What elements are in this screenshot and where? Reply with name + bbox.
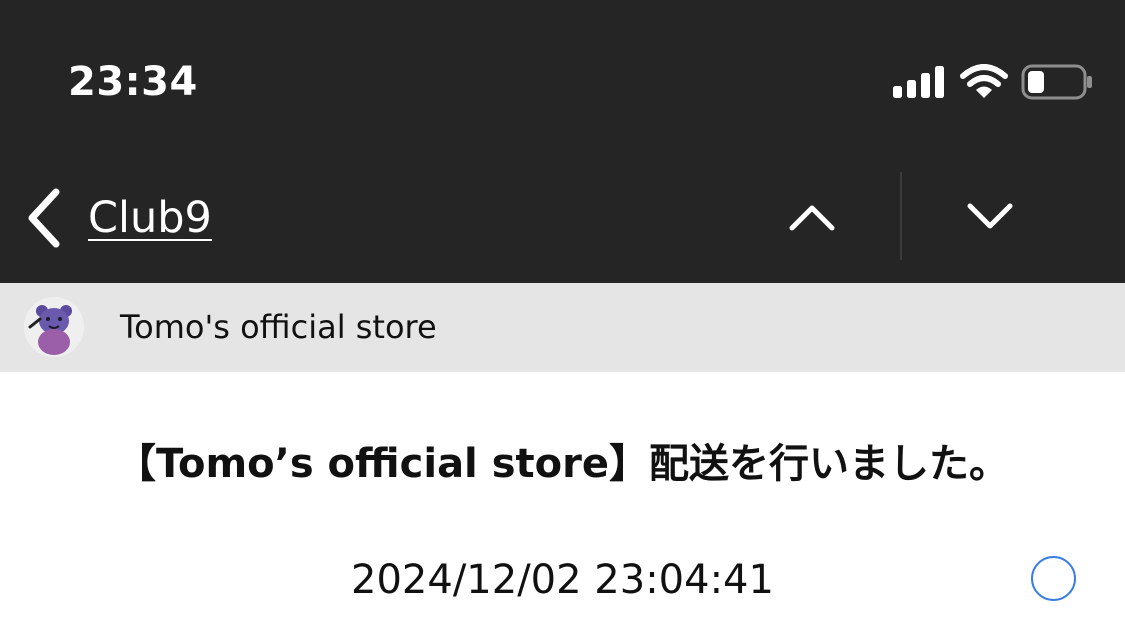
avatar[interactable] xyxy=(24,297,84,357)
back-label: Club9 xyxy=(88,193,212,243)
next-message-button[interactable] xyxy=(950,176,1030,252)
nav-divider xyxy=(900,172,902,260)
battery-icon xyxy=(1021,64,1092,100)
sender-name: Tomo's official store xyxy=(120,308,437,346)
select-radio-button[interactable] xyxy=(1031,556,1076,601)
wifi-icon xyxy=(960,64,1008,98)
message-title: 【Tomo’s official store】配送を行いました。 xyxy=(116,441,1009,487)
back-button[interactable]: Club9 xyxy=(22,180,212,256)
status-time: 23:34 xyxy=(68,59,198,105)
bear-avatar-icon xyxy=(24,297,84,357)
navigation-bar: Club9 xyxy=(0,160,1125,283)
sender-bar: Tomo's official store xyxy=(0,283,1125,372)
mail-detail-screen: 23:34 Club9 Tomo's official store 【Tomo’… xyxy=(0,0,1125,639)
signal-icon xyxy=(893,66,944,98)
chevron-down-icon xyxy=(967,203,1013,229)
status-bar: 23:34 xyxy=(0,0,1125,160)
chevron-left-icon xyxy=(28,188,60,248)
previous-message-button[interactable] xyxy=(772,180,852,256)
chevron-up-icon xyxy=(789,205,835,231)
message-date: 2024/12/02 23:04:41 xyxy=(351,557,774,603)
